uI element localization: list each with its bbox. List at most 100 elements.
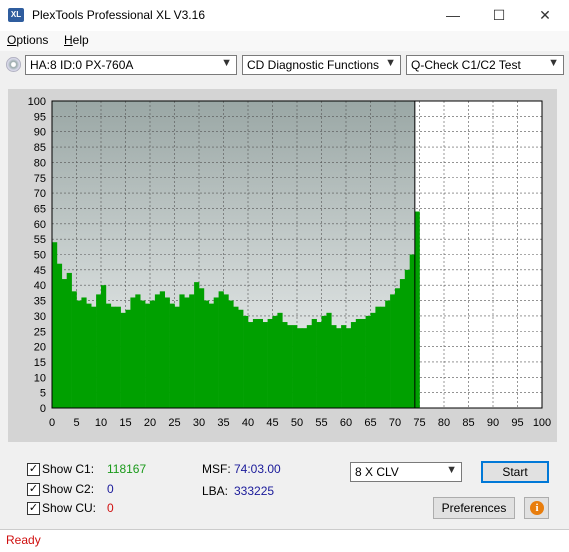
show-c2-label: Show C2: (42, 482, 95, 496)
status-text: Ready (6, 533, 41, 547)
c1-bar (297, 328, 303, 408)
chart-panel: 0 5 10 15 20 25 30 35 40 45 50 55 60 65 70 75 80 85 90 95 10… (8, 89, 557, 442)
x-tick-label: 10 (95, 417, 107, 429)
c1-bar (86, 303, 92, 408)
x-tick-label: 0 (49, 417, 55, 429)
c1-bar (370, 312, 376, 408)
c1-bar (277, 312, 283, 408)
msf-label: MSF: (202, 462, 231, 476)
y-tick-label: 75 (34, 173, 46, 185)
info-button[interactable]: i (524, 497, 549, 519)
maximize-button[interactable]: ☐ (476, 0, 522, 31)
c1-bar (164, 297, 170, 408)
c1-bar (71, 291, 77, 408)
speed-select[interactable]: 8 X CLV ▼ (350, 462, 462, 482)
c1-bar (399, 279, 406, 408)
c1-bar (154, 294, 161, 408)
c1-bar (262, 322, 268, 408)
c1-bar (360, 318, 366, 408)
y-tick-label: 85 (34, 142, 46, 154)
c1-bar (81, 297, 87, 408)
c1-bar (243, 315, 249, 408)
c1-bar (135, 294, 141, 408)
c1-bar (252, 318, 259, 408)
close-button[interactable]: ✕ (522, 0, 568, 31)
x-tick-label: 75 (413, 417, 425, 429)
c1-bar (110, 306, 116, 408)
info-icon: i (530, 501, 544, 515)
x-tick-label: 50 (291, 417, 303, 429)
y-tick-label: 45 (34, 265, 46, 277)
y-tick-label: 20 (34, 342, 46, 354)
c1-bar (267, 318, 273, 408)
cd-drive-icon (6, 57, 21, 72)
c1-bar (414, 211, 420, 408)
c1-bar (326, 312, 332, 408)
chevron-down-icon: ▼ (385, 57, 396, 69)
c1-bar (66, 272, 72, 408)
c1-bar (228, 300, 234, 408)
c1-bar (199, 288, 205, 408)
c1-bar (341, 325, 347, 408)
minimize-button[interactable]: — (430, 0, 476, 31)
function-select[interactable]: CD Diagnostic Functions ▼ (242, 55, 401, 75)
drive-select-value: HA:8 ID:0 PX-760A (30, 58, 134, 72)
show-c1-checkbox[interactable]: ✓ (27, 463, 40, 476)
lba-label: LBA: (202, 484, 229, 498)
c1-bar (194, 282, 200, 408)
y-tick-label: 90 (34, 127, 46, 139)
status-bar (0, 529, 569, 552)
c1-bar (321, 315, 327, 408)
c1-bar (365, 315, 371, 408)
show-c2-checkbox[interactable]: ✓ (27, 483, 40, 496)
menu-help[interactable]: Help (64, 33, 89, 47)
c1-bar (380, 306, 386, 408)
c1-bar (238, 309, 244, 408)
c1-bar (404, 269, 410, 408)
c1-bar (409, 254, 415, 408)
x-tick-label: 35 (217, 417, 229, 429)
x-tick-label: 95 (511, 417, 523, 429)
lba-value: 333225 (234, 484, 275, 498)
x-tick-label: 55 (315, 417, 327, 429)
test-select[interactable]: Q-Check C1/C2 Test ▼ (406, 55, 564, 75)
y-tick-label: 25 (34, 326, 46, 338)
start-button[interactable]: Start (481, 461, 549, 483)
show-cu-label: Show CU: (42, 501, 97, 515)
y-tick-label: 10 (34, 372, 46, 384)
menu-options[interactable]: Options (7, 33, 48, 47)
c1-bar (56, 263, 63, 408)
y-tick-label: 30 (34, 311, 46, 323)
x-tick-label: 60 (340, 417, 352, 429)
c1-bar (179, 294, 185, 408)
y-tick-label: 0 (40, 403, 46, 415)
c1-bar (248, 322, 254, 408)
x-tick-label: 15 (119, 417, 131, 429)
c1-bar (76, 300, 82, 408)
chevron-down-icon: ▼ (548, 57, 559, 69)
window-title: PlexTools Professional XL V3.16 (32, 8, 205, 22)
test-select-value: Q-Check C1/C2 Test (411, 58, 521, 72)
y-tick-label: 50 (34, 250, 46, 262)
c1-bar (375, 306, 381, 408)
drive-select[interactable]: HA:8 ID:0 PX-760A ▼ (25, 55, 237, 75)
c1-bar (385, 300, 391, 408)
preferences-button[interactable]: Preferences (433, 497, 515, 519)
x-tick-label: 30 (193, 417, 205, 429)
x-tick-label: 65 (364, 417, 376, 429)
c1-bar (395, 288, 401, 408)
y-tick-label: 35 (34, 296, 46, 308)
c1-c2-chart: 0510152025303540455055606570758085909510… (28, 96, 552, 429)
c1-bar (120, 312, 126, 408)
x-tick-label: 40 (242, 417, 254, 429)
c1-bar (174, 306, 180, 408)
x-tick-label: 20 (144, 417, 156, 429)
function-select-value: CD Diagnostic Functions (247, 58, 380, 72)
show-cu-checkbox[interactable]: ✓ (27, 502, 40, 515)
c1-bar (311, 318, 317, 408)
c1-bar (105, 303, 112, 408)
y-tick-label: 65 (34, 203, 46, 215)
c1-bar (101, 285, 107, 408)
y-tick-label: 55 (34, 234, 46, 246)
c1-bar (218, 291, 224, 408)
